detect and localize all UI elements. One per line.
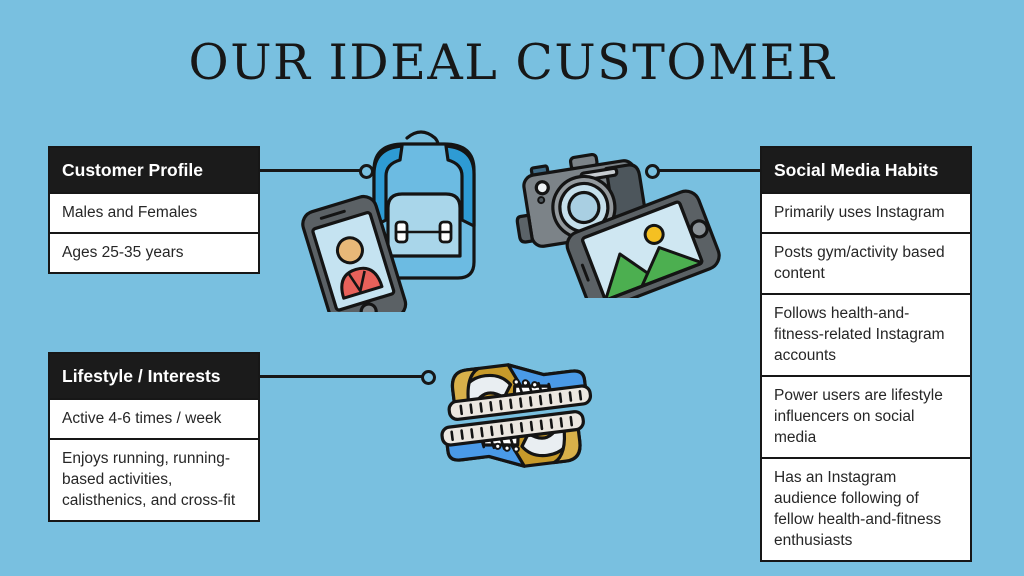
connector-lifestyle-line: [258, 375, 430, 378]
card-header-lifestyle-interests: Lifestyle / Interests: [50, 354, 258, 398]
card-header-social-media-habits: Social Media Habits: [762, 148, 970, 192]
card-row: Has an Instagram audience following of f…: [762, 457, 970, 560]
camera-and-phone-illustration: [512, 148, 722, 312]
page-title: OUR IDEAL CUSTOMER: [188, 34, 836, 91]
card-row: Ages 25-35 years: [50, 232, 258, 272]
backpack-and-phone-illustration: [300, 122, 480, 334]
connector-lifestyle-dot: [421, 370, 436, 385]
card-social-media-habits: Social Media Habits Primarily uses Insta…: [760, 146, 972, 562]
card-row: Posts gym/activity based content: [762, 232, 970, 293]
card-row: Active 4-6 times / week: [50, 398, 258, 438]
sneakers-illustration: [436, 338, 601, 488]
card-row: Follows health-and-fitness-related Insta…: [762, 293, 970, 375]
card-lifestyle-interests: Lifestyle / Interests Active 4-6 times /…: [48, 352, 260, 522]
card-row: Power users are lifestyle influencers on…: [762, 375, 970, 457]
card-customer-profile: Customer Profile Males and Females Ages …: [48, 146, 260, 274]
slide-canvas: OUR IDEAL CUSTOMER Customer Profile Male…: [0, 0, 1024, 576]
card-row: Males and Females: [50, 192, 258, 232]
card-header-customer-profile: Customer Profile: [50, 148, 258, 192]
card-row: Primarily uses Instagram: [762, 192, 970, 232]
card-row: Enjoys running, running-based activities…: [50, 438, 258, 520]
